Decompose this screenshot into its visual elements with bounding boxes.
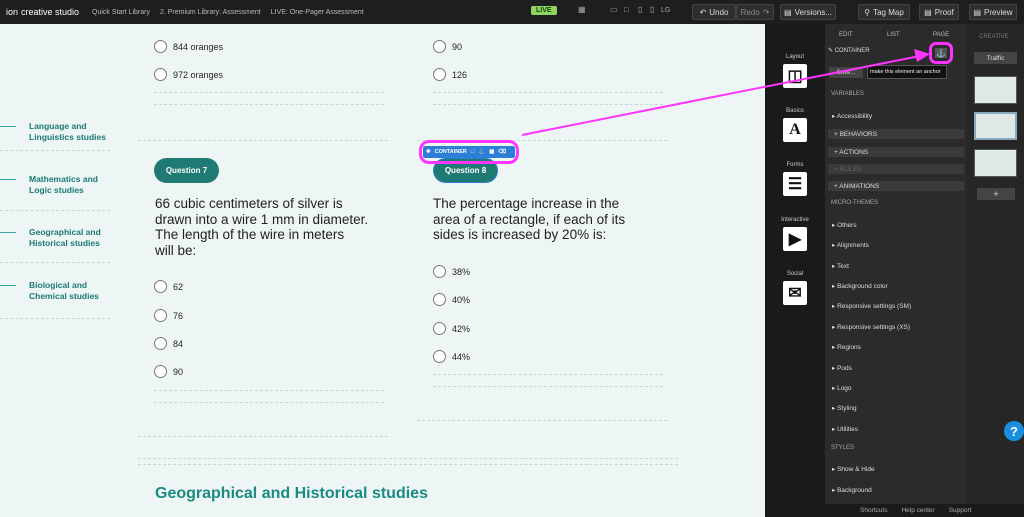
help-center-link[interactable]: Help center <box>901 507 934 514</box>
shortcuts-link[interactable]: Shortcuts <box>860 507 887 514</box>
support-link[interactable]: Support <box>949 507 972 514</box>
footer-bar: Shortcuts Help center Support <box>825 504 1024 517</box>
annotation-arrow <box>521 49 930 136</box>
arrow-line <box>521 55 921 136</box>
help-button[interactable]: ? <box>1004 421 1024 441</box>
arrow-head <box>914 49 930 62</box>
